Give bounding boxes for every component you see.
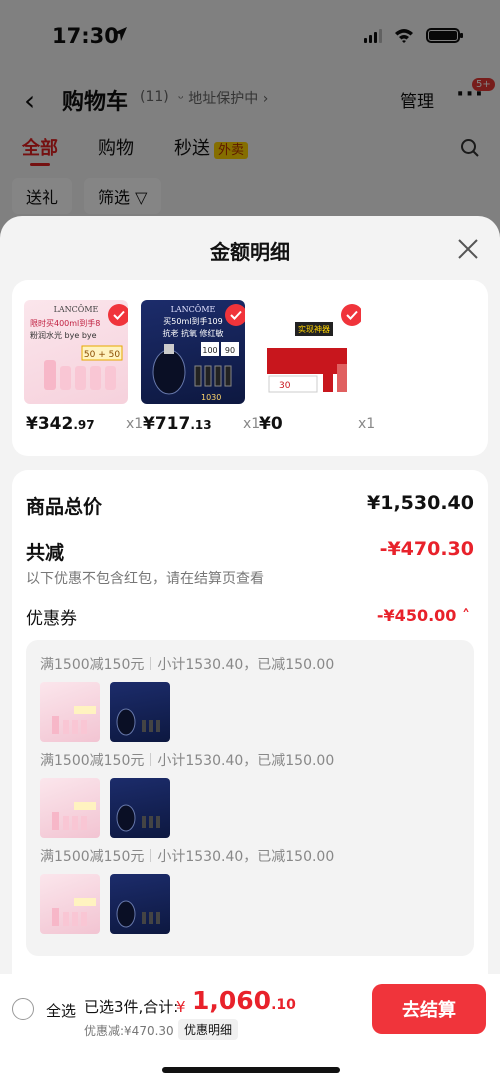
product-image-tag: 50 + 50	[84, 350, 120, 360]
sheet-title: 金额明细	[210, 240, 290, 264]
coupon-detail-box: 满1500减150元 小计1530.40，已减150.00 满1500减150元小…	[26, 640, 474, 956]
product-thumbnail	[40, 778, 100, 838]
discount-amount: 优惠减:¥470.30	[84, 1024, 174, 1038]
product-quantity: x1	[126, 416, 144, 432]
product-quantity: x1	[243, 416, 261, 432]
sheet-header: 金额明细	[0, 216, 500, 278]
product-image-note: 1030	[201, 393, 221, 402]
home-indicator	[162, 1067, 340, 1073]
product-price: ¥342.97	[26, 414, 95, 434]
coupon-group: 满1500减150元 小计1530.40，已减150.00	[40, 654, 460, 742]
close-icon[interactable]	[457, 238, 479, 260]
price-summary-card: 商品总价 ¥1,530.40 共减 -¥470.30 以下优惠不包含红包，请在结…	[12, 470, 488, 990]
coupon-rule: 满1500减150元	[40, 849, 145, 865]
product-image-brand: LANCÔME	[54, 305, 99, 314]
select-all-checkbox[interactable]	[12, 998, 34, 1020]
goods-total-label: 商品总价	[26, 496, 103, 518]
product-image: 实现神器 30	[257, 300, 361, 404]
goods-total-value: ¥1,530.40	[367, 492, 474, 514]
product-image-tag: 100	[202, 346, 217, 355]
checkout-button[interactable]: 去结算	[372, 984, 486, 1034]
product-item[interactable]: LANCÔME 限时买400ml到手8 粉润水光 bye bye 50 + 50…	[24, 300, 143, 434]
coupon-detail: 小计1530.40，已减150.00	[157, 753, 335, 769]
select-all-label[interactable]: 全选	[46, 1000, 76, 1021]
checkout-bar: 全选 已选3件,合计: ¥ 1,060.10 优惠减:¥470.30 优惠明细 …	[0, 974, 500, 1083]
discount-note: 以下优惠不包含红包，请在结算页查看	[26, 571, 264, 587]
coupon-group: 满1500减150元 小计1530.40，已减150.00	[40, 750, 460, 838]
product-image-tag: 90	[225, 346, 235, 355]
currency-symbol: ¥	[176, 998, 186, 1016]
coupon-rule: 满1500减150元	[40, 657, 145, 673]
reduction-label: 共减	[26, 542, 65, 564]
product-image-subline: 粉润水光 bye bye	[30, 330, 97, 340]
product-image-label: 30	[279, 381, 291, 391]
coupon-detail: 小计1530.40，已减150.00	[157, 657, 335, 673]
product-price: ¥717.13	[143, 414, 212, 434]
coupon-rule: 满1500减150元	[40, 753, 145, 769]
product-thumbnail	[40, 682, 100, 742]
product-image-headline: 买50ml到手109	[163, 316, 222, 326]
selected-count: 已选3件,合计:	[84, 998, 179, 1016]
checked-icon[interactable]	[341, 304, 361, 326]
product-image: LANCÔME 买50ml到手109 抗老 抗氧 修红敏 100 90 1030	[141, 300, 245, 404]
chevron-up-icon: ˄	[462, 606, 470, 625]
selected-products-card: LANCÔME 限时买400ml到手8 粉润水光 bye bye 50 + 50…	[12, 280, 488, 456]
product-image-title: 实现神器	[298, 324, 330, 334]
coupon-detail: 小计1530.40，已减150.00	[157, 849, 335, 865]
product-image-headline: 限时买400ml到手8	[30, 318, 100, 328]
product-price: ¥0	[259, 414, 283, 434]
product-thumbnail	[40, 874, 100, 934]
product-quantity: x1	[358, 416, 376, 432]
product-thumbnail	[110, 874, 170, 934]
coupon-label: 优惠券	[26, 609, 77, 629]
discount-detail-button[interactable]: 优惠明细	[178, 1019, 239, 1040]
amount-detail-sheet: 金额明细 LANCÔME 限时买400ml到手8 粉润水光 bye bye 50…	[0, 216, 500, 1083]
product-thumbnail	[110, 778, 170, 838]
product-thumbnail	[110, 682, 170, 742]
coupon-toggle[interactable]: -¥450.00 ˄	[377, 606, 470, 625]
checked-icon[interactable]	[225, 304, 245, 326]
product-item[interactable]: 实现神器 30 ¥0 x1	[257, 300, 375, 434]
total-price: 1,060.10	[192, 986, 296, 1015]
product-item[interactable]: LANCÔME 买50ml到手109 抗老 抗氧 修红敏 100 90 1030	[141, 300, 260, 434]
product-image-brand: LANCÔME	[171, 305, 216, 314]
coupon-group: 满1500减150元 小计1530.40，已减150.00	[40, 846, 460, 934]
product-image-subline: 抗老 抗氧 修红敏	[162, 328, 223, 338]
checked-icon[interactable]	[108, 304, 128, 326]
reduction-value: -¥470.30	[379, 538, 474, 560]
product-image: LANCÔME 限时买400ml到手8 粉润水光 bye bye 50 + 50	[24, 300, 128, 404]
